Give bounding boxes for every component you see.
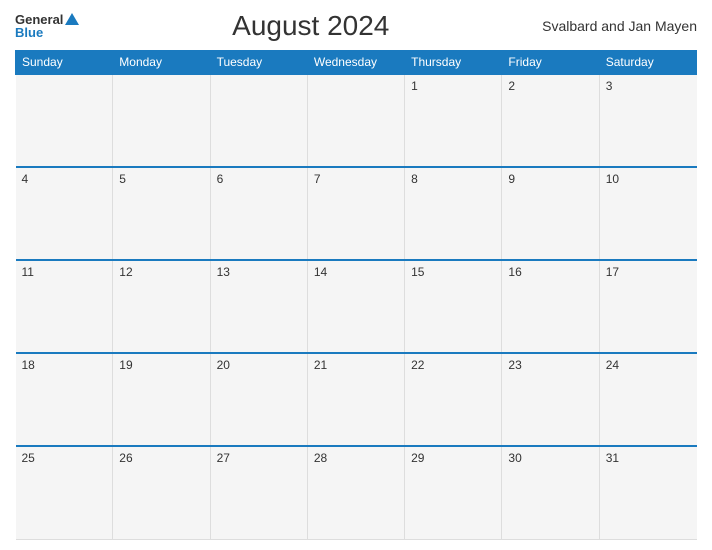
calendar-cell: 5 [113,167,210,260]
calendar-week-2: 4 5 6 7 8 9 10 [16,167,697,260]
calendar-cell: 11 [16,260,113,353]
calendar-cell: 13 [210,260,307,353]
calendar-cell: 24 [599,353,696,446]
day-number: 16 [508,265,521,279]
day-number: 11 [22,265,34,279]
day-number: 24 [606,358,619,372]
calendar-cell: 26 [113,446,210,539]
calendar-cell: 18 [16,353,113,446]
calendar-week-3: 11 12 13 14 15 16 17 [16,260,697,353]
calendar-cell: 1 [405,74,502,167]
day-number: 4 [22,172,29,186]
logo-blue-text: Blue [15,26,79,39]
calendar-cell [307,74,404,167]
calendar-week-1: 1 2 3 [16,74,697,167]
calendar-cell: 31 [599,446,696,539]
weekday-header-row: SundayMondayTuesdayWednesdayThursdayFrid… [16,51,697,75]
calendar-cell: 29 [405,446,502,539]
weekday-header-monday: Monday [113,51,210,75]
day-number: 12 [119,265,132,279]
calendar-cell: 25 [16,446,113,539]
calendar-week-5: 25 26 27 28 29 30 31 [16,446,697,539]
calendar-table: SundayMondayTuesdayWednesdayThursdayFrid… [15,50,697,540]
day-number: 14 [314,265,327,279]
calendar-cell: 27 [210,446,307,539]
calendar-cell: 6 [210,167,307,260]
day-number: 30 [508,451,521,465]
day-number: 2 [508,79,515,93]
day-number: 3 [606,79,613,93]
weekday-header-sunday: Sunday [16,51,113,75]
day-number: 7 [314,172,321,186]
weekday-header-saturday: Saturday [599,51,696,75]
day-number: 22 [411,358,424,372]
day-number: 31 [606,451,619,465]
day-number: 28 [314,451,327,465]
calendar-week-4: 18 19 20 21 22 23 24 [16,353,697,446]
calendar-cell: 17 [599,260,696,353]
calendar-cell: 14 [307,260,404,353]
calendar-header: General Blue August 2024 Svalbard and Ja… [15,10,697,42]
calendar-cell: 2 [502,74,599,167]
day-number: 1 [411,79,418,93]
calendar-cell: 22 [405,353,502,446]
calendar-cell [113,74,210,167]
calendar-title: August 2024 [232,10,389,42]
calendar-cell: 20 [210,353,307,446]
day-number: 20 [217,358,230,372]
day-number: 19 [119,358,132,372]
calendar-cell: 23 [502,353,599,446]
weekday-header-wednesday: Wednesday [307,51,404,75]
logo-triangle-icon [65,13,79,25]
day-number: 17 [606,265,619,279]
day-number: 5 [119,172,126,186]
calendar-cell: 21 [307,353,404,446]
day-number: 8 [411,172,418,186]
region-label: Svalbard and Jan Mayen [542,18,697,34]
day-number: 15 [411,265,424,279]
day-number: 9 [508,172,515,186]
calendar-cell: 4 [16,167,113,260]
day-number: 21 [314,358,327,372]
day-number: 13 [217,265,230,279]
day-number: 10 [606,172,619,186]
weekday-header-tuesday: Tuesday [210,51,307,75]
weekday-header-thursday: Thursday [405,51,502,75]
weekday-header-friday: Friday [502,51,599,75]
day-number: 18 [22,358,35,372]
calendar-cell: 8 [405,167,502,260]
day-number: 6 [217,172,224,186]
calendar-cell: 19 [113,353,210,446]
calendar-cell: 15 [405,260,502,353]
day-number: 26 [119,451,132,465]
calendar-cell [16,74,113,167]
calendar-cell: 30 [502,446,599,539]
calendar-cell: 3 [599,74,696,167]
calendar-cell: 9 [502,167,599,260]
calendar-cell: 16 [502,260,599,353]
calendar-cell [210,74,307,167]
day-number: 25 [22,451,35,465]
day-number: 29 [411,451,424,465]
day-number: 23 [508,358,521,372]
calendar-cell: 10 [599,167,696,260]
calendar-cell: 28 [307,446,404,539]
day-number: 27 [217,451,230,465]
calendar-cell: 12 [113,260,210,353]
calendar-page: General Blue August 2024 Svalbard and Ja… [0,0,712,550]
logo: General Blue [15,13,79,39]
calendar-cell: 7 [307,167,404,260]
